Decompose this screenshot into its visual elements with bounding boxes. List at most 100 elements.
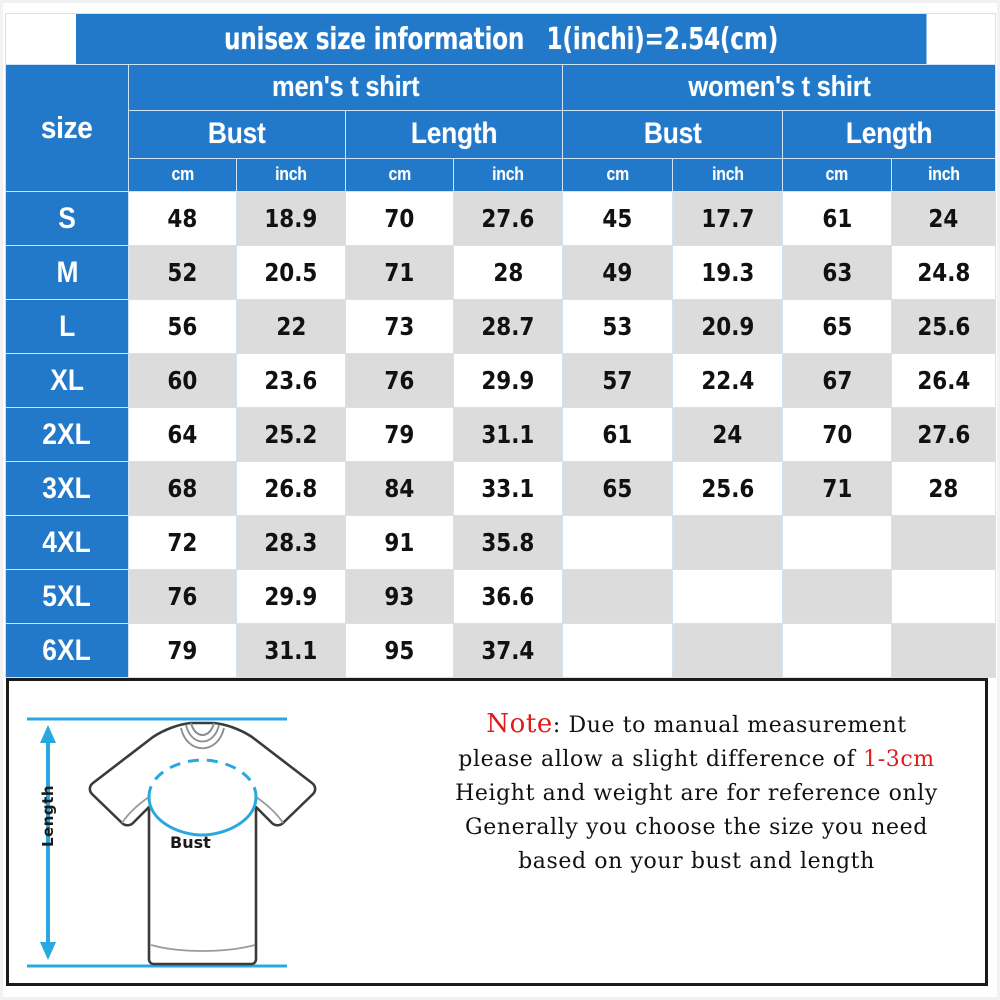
table-cell-value: 25.6 xyxy=(917,312,971,341)
row-size-label: 5XL xyxy=(5,569,129,624)
table-cell-value: 95 xyxy=(384,636,415,665)
table-cell-value: 61 xyxy=(822,204,852,233)
table-cell: 65 xyxy=(782,299,892,354)
header-unit-3: inch xyxy=(453,157,563,193)
tshirt-measurement-diagram: Length Bust xyxy=(15,687,415,979)
table-cell-value: 76 xyxy=(167,582,198,611)
table-cell-value: 57 xyxy=(602,366,633,395)
header-unit-4: cm xyxy=(562,157,673,193)
header-size: size xyxy=(5,64,129,192)
table-cell-value: 37.4 xyxy=(481,636,535,665)
table-cell: 73 xyxy=(345,299,454,354)
table-row: 4XL 72 28.3 91 35.8 xyxy=(5,515,997,570)
header-unit-1: inch xyxy=(236,157,346,193)
header-group-mens-label: men's t shirt xyxy=(271,70,420,103)
table-cell: 71 xyxy=(782,461,892,516)
table-cell xyxy=(890,569,997,624)
table-cell: 22 xyxy=(236,299,346,354)
table-cell: 48 xyxy=(128,191,237,246)
table-cell-value: 68 xyxy=(167,474,198,503)
table-cell: 36.6 xyxy=(453,569,563,624)
table-cell-value: 84 xyxy=(384,474,415,503)
table-cell xyxy=(672,515,783,570)
table-cell xyxy=(890,515,997,570)
table-cell-value: 61 xyxy=(602,420,633,449)
table-cell-value: 49 xyxy=(602,258,633,287)
table-cell-value: 71 xyxy=(822,474,852,503)
table-cell-value: 24.8 xyxy=(917,258,971,287)
table-cell-value: 73 xyxy=(384,312,415,341)
table-cell: 56 xyxy=(128,299,237,354)
table-cell xyxy=(890,623,997,678)
table-cell-value: 18.9 xyxy=(264,204,318,233)
table-row: L 56 22 73 28.7 53 20.9 65 25.6 xyxy=(5,299,997,354)
note-line-4: Generally you choose the size you need xyxy=(465,815,928,840)
row-size-label-text: 6XL xyxy=(42,633,92,667)
table-cell: 84 xyxy=(345,461,454,516)
table-cell-value: 36.6 xyxy=(481,582,535,611)
row-size-label: 6XL xyxy=(5,623,129,678)
table-cell-value: 33.1 xyxy=(481,474,535,503)
header-group-mens: men's t shirt xyxy=(128,64,563,111)
table-cell-value: 29.9 xyxy=(481,366,535,395)
table-cell-value: 17.7 xyxy=(700,204,755,233)
table-cell: 79 xyxy=(128,623,237,678)
table-cell-value: 60 xyxy=(167,366,198,395)
table-cell: 67 xyxy=(782,353,892,408)
table-cell: 18.9 xyxy=(236,191,346,246)
table-cell: 20.5 xyxy=(236,245,346,300)
table-cell-value: 45 xyxy=(602,204,633,233)
table-title-main: unisex size information xyxy=(223,21,524,57)
table-cell-value: 79 xyxy=(384,420,415,449)
note-line-1: Note: Due to manual measurement xyxy=(409,707,984,743)
table-title-conversion: 1(inchi)=2.54(cm) xyxy=(545,21,778,57)
header-group-womens-label: women's t shirt xyxy=(687,70,871,103)
table-cell-value: 20.9 xyxy=(700,312,755,341)
table-cell-value: 31.1 xyxy=(264,636,318,665)
table-cell: 45 xyxy=(562,191,673,246)
header-group-womens: women's t shirt xyxy=(561,64,997,111)
table-row: 6XL 79 31.1 95 37.4 xyxy=(5,623,997,678)
table-cell-value: 28 xyxy=(493,258,523,287)
table-cell: 53 xyxy=(562,299,673,354)
table-cell: 61 xyxy=(562,407,673,462)
table-cell: 76 xyxy=(128,569,237,624)
table-cell-value: 28.7 xyxy=(481,312,535,341)
table-cell-value: 70 xyxy=(384,204,415,233)
row-size-label: 3XL xyxy=(5,461,129,516)
table-cell xyxy=(782,515,892,570)
length-dimension-label: Length xyxy=(39,785,57,847)
table-cell-value: 63 xyxy=(822,258,852,287)
row-size-label: M xyxy=(5,245,129,300)
table-cell: 70 xyxy=(782,407,892,462)
table-cell-value: 29.9 xyxy=(264,582,318,611)
table-row: 2XL 64 25.2 79 31.1 61 24 70 27.6 xyxy=(5,407,997,462)
table-cell: 33.1 xyxy=(453,461,563,516)
note-line-3: Height and weight are for reference only xyxy=(455,781,938,806)
table-cell: 28.7 xyxy=(453,299,563,354)
header-mens-length: Length xyxy=(345,109,563,159)
table-row: M 52 20.5 71 28 49 19.3 63 24.8 xyxy=(5,245,997,300)
header-size-label: size xyxy=(41,110,93,145)
table-cell: 25.2 xyxy=(236,407,346,462)
table-cell: 52 xyxy=(128,245,237,300)
table-cell xyxy=(562,623,673,678)
table-row: 5XL 76 29.9 93 36.6 xyxy=(5,569,997,624)
note-line-2-text: please allow a slight difference of xyxy=(458,747,864,772)
table-cell: 95 xyxy=(345,623,454,678)
table-cell: 79 xyxy=(345,407,454,462)
table-cell-value: 28.3 xyxy=(264,528,318,557)
table-cell-value: 24 xyxy=(928,204,959,233)
row-size-label: S xyxy=(5,191,129,246)
table-row: 3XL 68 26.8 84 33.1 65 25.6 71 28 xyxy=(5,461,997,516)
table-cell xyxy=(672,569,783,624)
table-cell: 20.9 xyxy=(672,299,783,354)
table-measure-row: Bust Length Bust Length xyxy=(6,109,997,159)
row-size-label-text: 3XL xyxy=(42,471,92,505)
table-cell-value: 71 xyxy=(384,258,415,287)
table-title-cell: unisex size information 1(inchi)=2.54(cm) xyxy=(74,13,927,65)
header-womens-bust: Bust xyxy=(562,109,783,159)
table-cell: 19.3 xyxy=(672,245,783,300)
table-cell-value: 26.8 xyxy=(264,474,318,503)
table-cell-value: 56 xyxy=(167,312,198,341)
